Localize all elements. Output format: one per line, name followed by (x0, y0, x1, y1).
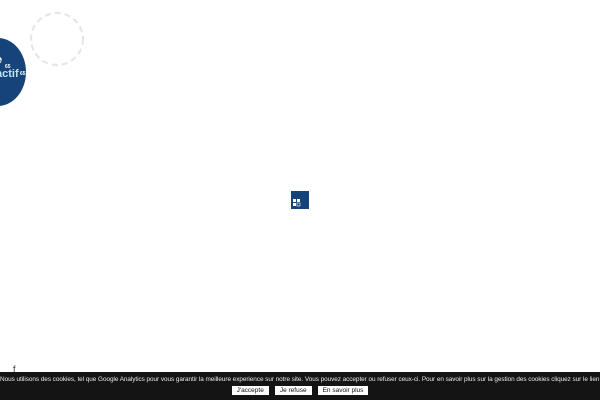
loading-squares-icon (291, 191, 309, 209)
page: e 65 actif 65 f Nous utilisons des cooki… (0, 0, 600, 400)
accept-cookies-button[interactable]: J'accepte (231, 386, 269, 395)
logo-text-bottom: actif (0, 68, 19, 80)
site-logo[interactable]: e 65 actif 65 (0, 38, 26, 106)
cookie-banner: Nous utilisons des cookies, tel que Goog… (0, 372, 600, 400)
cookie-message: Nous utilisons des cookies, tel que Goog… (0, 376, 600, 383)
badge-ring-icon (29, 11, 85, 67)
logo-sup-bottom: 65 (20, 71, 26, 77)
cookie-button-group: J'accepte Je refuse En savoir plus (0, 386, 600, 395)
logo-text-top: e (0, 55, 2, 66)
learn-more-button[interactable]: En savoir plus (317, 386, 369, 395)
refuse-cookies-button[interactable]: Je refuse (274, 386, 312, 395)
